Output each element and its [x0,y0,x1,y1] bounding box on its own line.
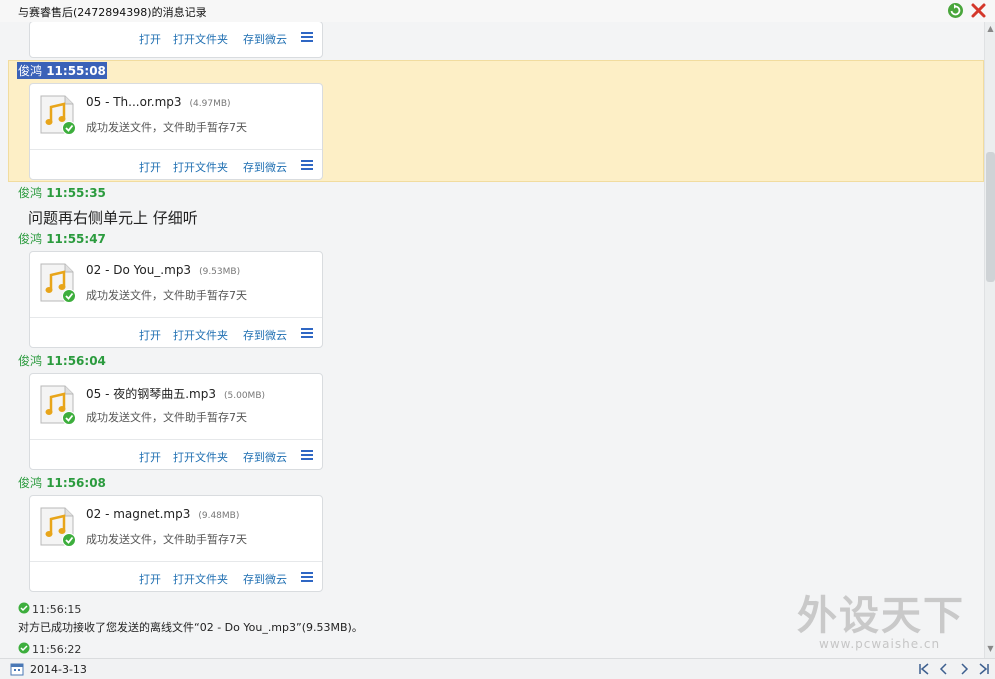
menu-icon[interactable] [301,328,313,339]
message-time: 11:56:08 [46,476,106,490]
file-actions: 打开 打开文件夹 存到微云 [30,22,322,52]
open-link[interactable]: 打开 [139,327,161,343]
open-folder-link[interactable]: 打开文件夹 [173,327,228,343]
music-file-icon [40,385,76,425]
scroll-down-icon[interactable]: ▼ [986,644,995,653]
file-size: (9.53MB) [199,267,241,277]
file-status: 成功发送文件，文件助手暂存7天 [86,289,247,302]
file-status: 成功发送文件，文件助手暂存7天 [86,121,247,134]
file-size: (4.97MB) [189,99,231,109]
file-card: 02 - magnet.mp3 (9.48MB) 成功发送文件，文件助手暂存7天 … [29,495,323,592]
calendar-icon[interactable] [10,662,24,676]
file-status: 成功发送文件，文件助手暂存7天 [86,533,247,546]
last-page-icon[interactable] [977,662,991,676]
check-icon [18,602,30,614]
first-page-icon[interactable] [917,662,931,676]
open-link[interactable]: 打开 [139,159,161,175]
title-bar: 与赛睿售后(2472894398)的消息记录 [0,0,995,22]
save-to-cloud-link[interactable]: 存到微云 [243,571,287,587]
watermark-text: 外设天下 [797,592,965,639]
menu-icon[interactable] [301,572,313,583]
file-name[interactable]: 02 - Do You_.mp3 (9.53MB) [86,263,240,277]
file-size: (9.48MB) [198,511,240,521]
music-file-icon [40,95,76,135]
open-link[interactable]: 打开 [139,31,161,47]
message-header: 俊鸿 11:56:04 [18,352,106,369]
menu-icon[interactable] [301,450,313,461]
save-to-cloud-link[interactable]: 存到微云 [243,31,287,47]
prev-page-icon[interactable] [937,662,951,676]
file-card: 05 - 夜的钢琴曲五.mp3 (5.00MB) 成功发送文件，文件助手暂存7天 … [29,373,323,470]
message-time: 11:55:08 [46,64,106,78]
system-time: 11:56:22 [18,642,81,656]
file-actions: 打开 打开文件夹 存到微云 [30,317,322,347]
sender-name: 俊鸿 [18,476,43,490]
file-actions: 打开 打开文件夹 存到微云 [30,439,322,469]
close-icon[interactable] [970,2,987,19]
file-size: (5.00MB) [224,391,266,401]
system-notice: 对方已成功接收了您发送的离线文件“02 - Do You_.mp3”(9.53M… [18,621,363,634]
message-log[interactable]: 打开 打开文件夹 存到微云 俊鸿 11:55:08 05 - Th...or.m… [0,22,984,658]
music-file-icon [40,507,76,547]
message-header: 俊鸿 11:55:47 [18,230,106,247]
vertical-scrollbar[interactable]: ▲ ▼ [984,22,995,658]
save-to-cloud-link[interactable]: 存到微云 [243,449,287,465]
sender-name: 俊鸿 [18,232,43,246]
sender-name: 俊鸿 [18,186,43,200]
system-time: 11:56:15 [18,602,81,616]
message-header: 俊鸿 11:55:08 [17,62,107,79]
file-card-partial: 打开 打开文件夹 存到微云 [29,22,323,58]
open-folder-link[interactable]: 打开文件夹 [173,31,228,47]
window-title: 与赛睿售后(2472894398)的消息记录 [18,6,207,19]
open-folder-link[interactable]: 打开文件夹 [173,159,228,175]
file-actions: 打开 打开文件夹 存到微云 [30,561,322,591]
scroll-up-icon[interactable]: ▲ [986,24,995,33]
check-icon [18,642,30,654]
save-to-cloud-link[interactable]: 存到微云 [243,159,287,175]
message-time: 11:55:47 [46,232,106,246]
menu-icon[interactable] [301,160,313,171]
watermark-url: www.pcwaishe.cn [819,637,941,651]
scroll-thumb[interactable] [986,152,995,282]
message-time: 11:55:35 [46,186,106,200]
refresh-icon[interactable] [947,2,964,19]
message-header: 俊鸿 11:55:35 [18,184,106,201]
file-status: 成功发送文件，文件助手暂存7天 [86,411,247,424]
file-name[interactable]: 05 - Th...or.mp3 (4.97MB) [86,95,231,109]
message-header: 俊鸿 11:56:08 [18,474,106,491]
message-time: 11:56:04 [46,354,106,368]
file-card: 05 - Th...or.mp3 (4.97MB) 成功发送文件，文件助手暂存7天… [29,83,323,180]
sender-name: 俊鸿 [18,354,43,368]
file-actions: 打开 打开文件夹 存到微云 [30,149,322,179]
date-label: 2014-3-13 [30,663,87,676]
open-link[interactable]: 打开 [139,449,161,465]
sender-name: 俊鸿 [18,64,43,78]
watermark-logo: 外设天下 www.pcwaishe.cn [793,583,983,657]
open-link[interactable]: 打开 [139,571,161,587]
menu-icon[interactable] [301,32,313,43]
open-folder-link[interactable]: 打开文件夹 [173,449,228,465]
next-page-icon[interactable] [957,662,971,676]
bottom-bar: 2014-3-13 [0,658,995,679]
music-file-icon [40,263,76,303]
save-to-cloud-link[interactable]: 存到微云 [243,327,287,343]
file-card: 02 - Do You_.mp3 (9.53MB) 成功发送文件，文件助手暂存7天… [29,251,323,348]
file-name[interactable]: 02 - magnet.mp3 (9.48MB) [86,507,239,521]
file-name[interactable]: 05 - 夜的钢琴曲五.mp3 (5.00MB) [86,385,265,402]
open-folder-link[interactable]: 打开文件夹 [173,571,228,587]
message-text: 问题再右侧单元上 仔细听 [28,209,198,227]
